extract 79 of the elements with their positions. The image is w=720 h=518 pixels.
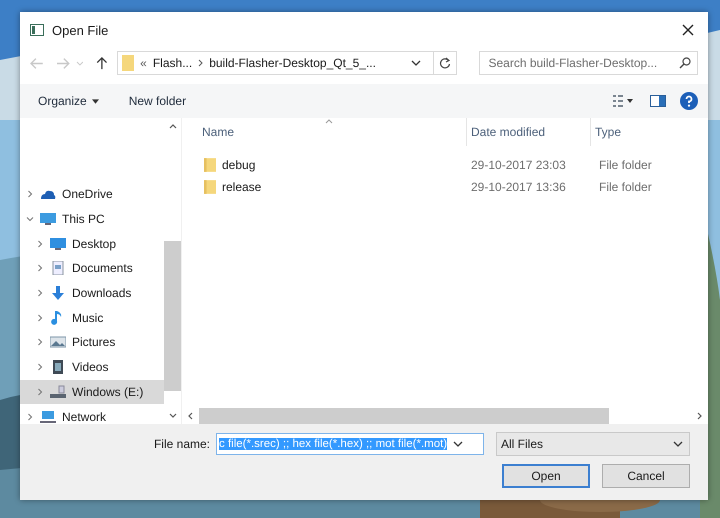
sidebar-label: Downloads bbox=[72, 286, 132, 300]
chevron-icon[interactable] bbox=[26, 412, 34, 421]
sidebar-label: Pictures bbox=[72, 335, 116, 350]
address-bar[interactable]: « Flash... build-Flasher-Desktop_Qt_5_... bbox=[117, 51, 458, 75]
chevron-icon[interactable] bbox=[36, 388, 44, 396]
dropdown-icon[interactable] bbox=[453, 441, 464, 447]
chevron-icon[interactable] bbox=[36, 363, 44, 372]
preview-pane-icon[interactable] bbox=[650, 95, 666, 107]
breadcrumb[interactable]: build-Flasher-Desktop_Qt_5_... bbox=[209, 56, 376, 70]
chevron-icon[interactable] bbox=[36, 264, 44, 272]
network-icon bbox=[40, 410, 56, 424]
search-icon bbox=[678, 57, 691, 69]
chevron-icon[interactable] bbox=[26, 190, 34, 198]
chevron-icon[interactable] bbox=[36, 240, 44, 248]
chevron-icon[interactable] bbox=[26, 215, 34, 224]
column-header[interactable]: Type bbox=[591, 118, 708, 146]
chevron-icon[interactable] bbox=[36, 289, 44, 298]
close-icon[interactable] bbox=[682, 24, 694, 36]
file-type-dropdown[interactable]: All Files bbox=[496, 432, 690, 456]
open-button[interactable]: Open bbox=[502, 464, 590, 488]
file-name-label: File name: bbox=[154, 437, 210, 451]
chevron-icon[interactable] bbox=[36, 314, 44, 322]
up-arrow-icon[interactable] bbox=[95, 56, 110, 70]
caret-icon bbox=[92, 98, 99, 104]
view-options-icon[interactable] bbox=[610, 95, 636, 107]
app-icon bbox=[30, 24, 44, 36]
document-icon bbox=[50, 261, 66, 276]
film-icon bbox=[50, 360, 66, 374]
scroll-left-icon[interactable] bbox=[188, 412, 193, 420]
scroll-up-icon[interactable] bbox=[168, 124, 176, 129]
sidebar-item[interactable]: This PC bbox=[20, 206, 164, 232]
refresh-icon bbox=[439, 57, 452, 69]
sidebar-label: Music bbox=[72, 310, 104, 325]
column-header[interactable]: Name bbox=[182, 118, 467, 146]
cancel-button[interactable]: Cancel bbox=[602, 464, 690, 488]
sidebar-label: Videos bbox=[72, 360, 108, 374]
sidebar-item[interactable]: Pictures bbox=[20, 330, 164, 355]
sidebar-label: This PC bbox=[62, 212, 105, 226]
breadcrumb[interactable]: Flash... bbox=[152, 56, 192, 70]
sidebar-item[interactable]: Music bbox=[20, 305, 164, 330]
column-header[interactable]: Date modified bbox=[467, 118, 591, 146]
window-title: Open File bbox=[52, 22, 110, 38]
folder-icon bbox=[204, 158, 216, 172]
computer-icon bbox=[40, 212, 56, 226]
chevron-right-icon[interactable] bbox=[198, 59, 204, 67]
search-field[interactable]: Search build-Flasher-Desktop... bbox=[479, 51, 698, 75]
new-folder-button[interactable]: New folder bbox=[128, 94, 186, 108]
sidebar-item[interactable]: Videos bbox=[20, 354, 164, 380]
monitor-icon bbox=[50, 236, 66, 251]
sidebar-item[interactable]: OneDrive bbox=[20, 182, 164, 207]
type-cell-text: File folder bbox=[598, 180, 652, 194]
download-arrow-icon bbox=[50, 286, 66, 300]
scroll-right-icon[interactable] bbox=[697, 412, 702, 420]
organize-menu[interactable]: Organize bbox=[38, 94, 99, 108]
file-row[interactable]: release bbox=[204, 180, 467, 194]
overflow-chevron[interactable]: « bbox=[140, 56, 147, 70]
dropdown-icon[interactable] bbox=[411, 60, 422, 66]
folder-icon bbox=[204, 180, 216, 194]
sidebar-label: Network bbox=[62, 410, 106, 424]
sidebar-item[interactable]: Desktop bbox=[20, 231, 164, 256]
sidebar-label: Documents bbox=[72, 261, 133, 276]
image-icon bbox=[50, 335, 66, 350]
scroll-down-icon[interactable] bbox=[168, 413, 176, 418]
date-cell-text: 29-10-2017 23:03 bbox=[470, 158, 567, 172]
sidebar-item[interactable]: Documents bbox=[20, 256, 164, 281]
sidebar-label: OneDrive bbox=[62, 187, 113, 202]
folder-icon bbox=[122, 55, 134, 71]
drive-icon bbox=[50, 384, 66, 399]
chevron-icon[interactable] bbox=[36, 338, 44, 346]
sidebar-item[interactable]: Downloads bbox=[20, 280, 164, 306]
sidebar-item[interactable]: Network bbox=[20, 404, 164, 424]
date-cell-text: 29-10-2017 13:36 bbox=[470, 180, 567, 194]
sidebar-item[interactable]: Windows (E:) bbox=[20, 380, 164, 404]
help-icon[interactable] bbox=[680, 92, 698, 110]
file-row[interactable]: debug bbox=[204, 158, 467, 172]
type-cell-text: File folder bbox=[598, 158, 652, 172]
sidebar-label: Windows (E:) bbox=[72, 384, 144, 399]
sidebar-label: Desktop bbox=[72, 236, 116, 251]
dropdown-icon[interactable] bbox=[673, 441, 683, 447]
